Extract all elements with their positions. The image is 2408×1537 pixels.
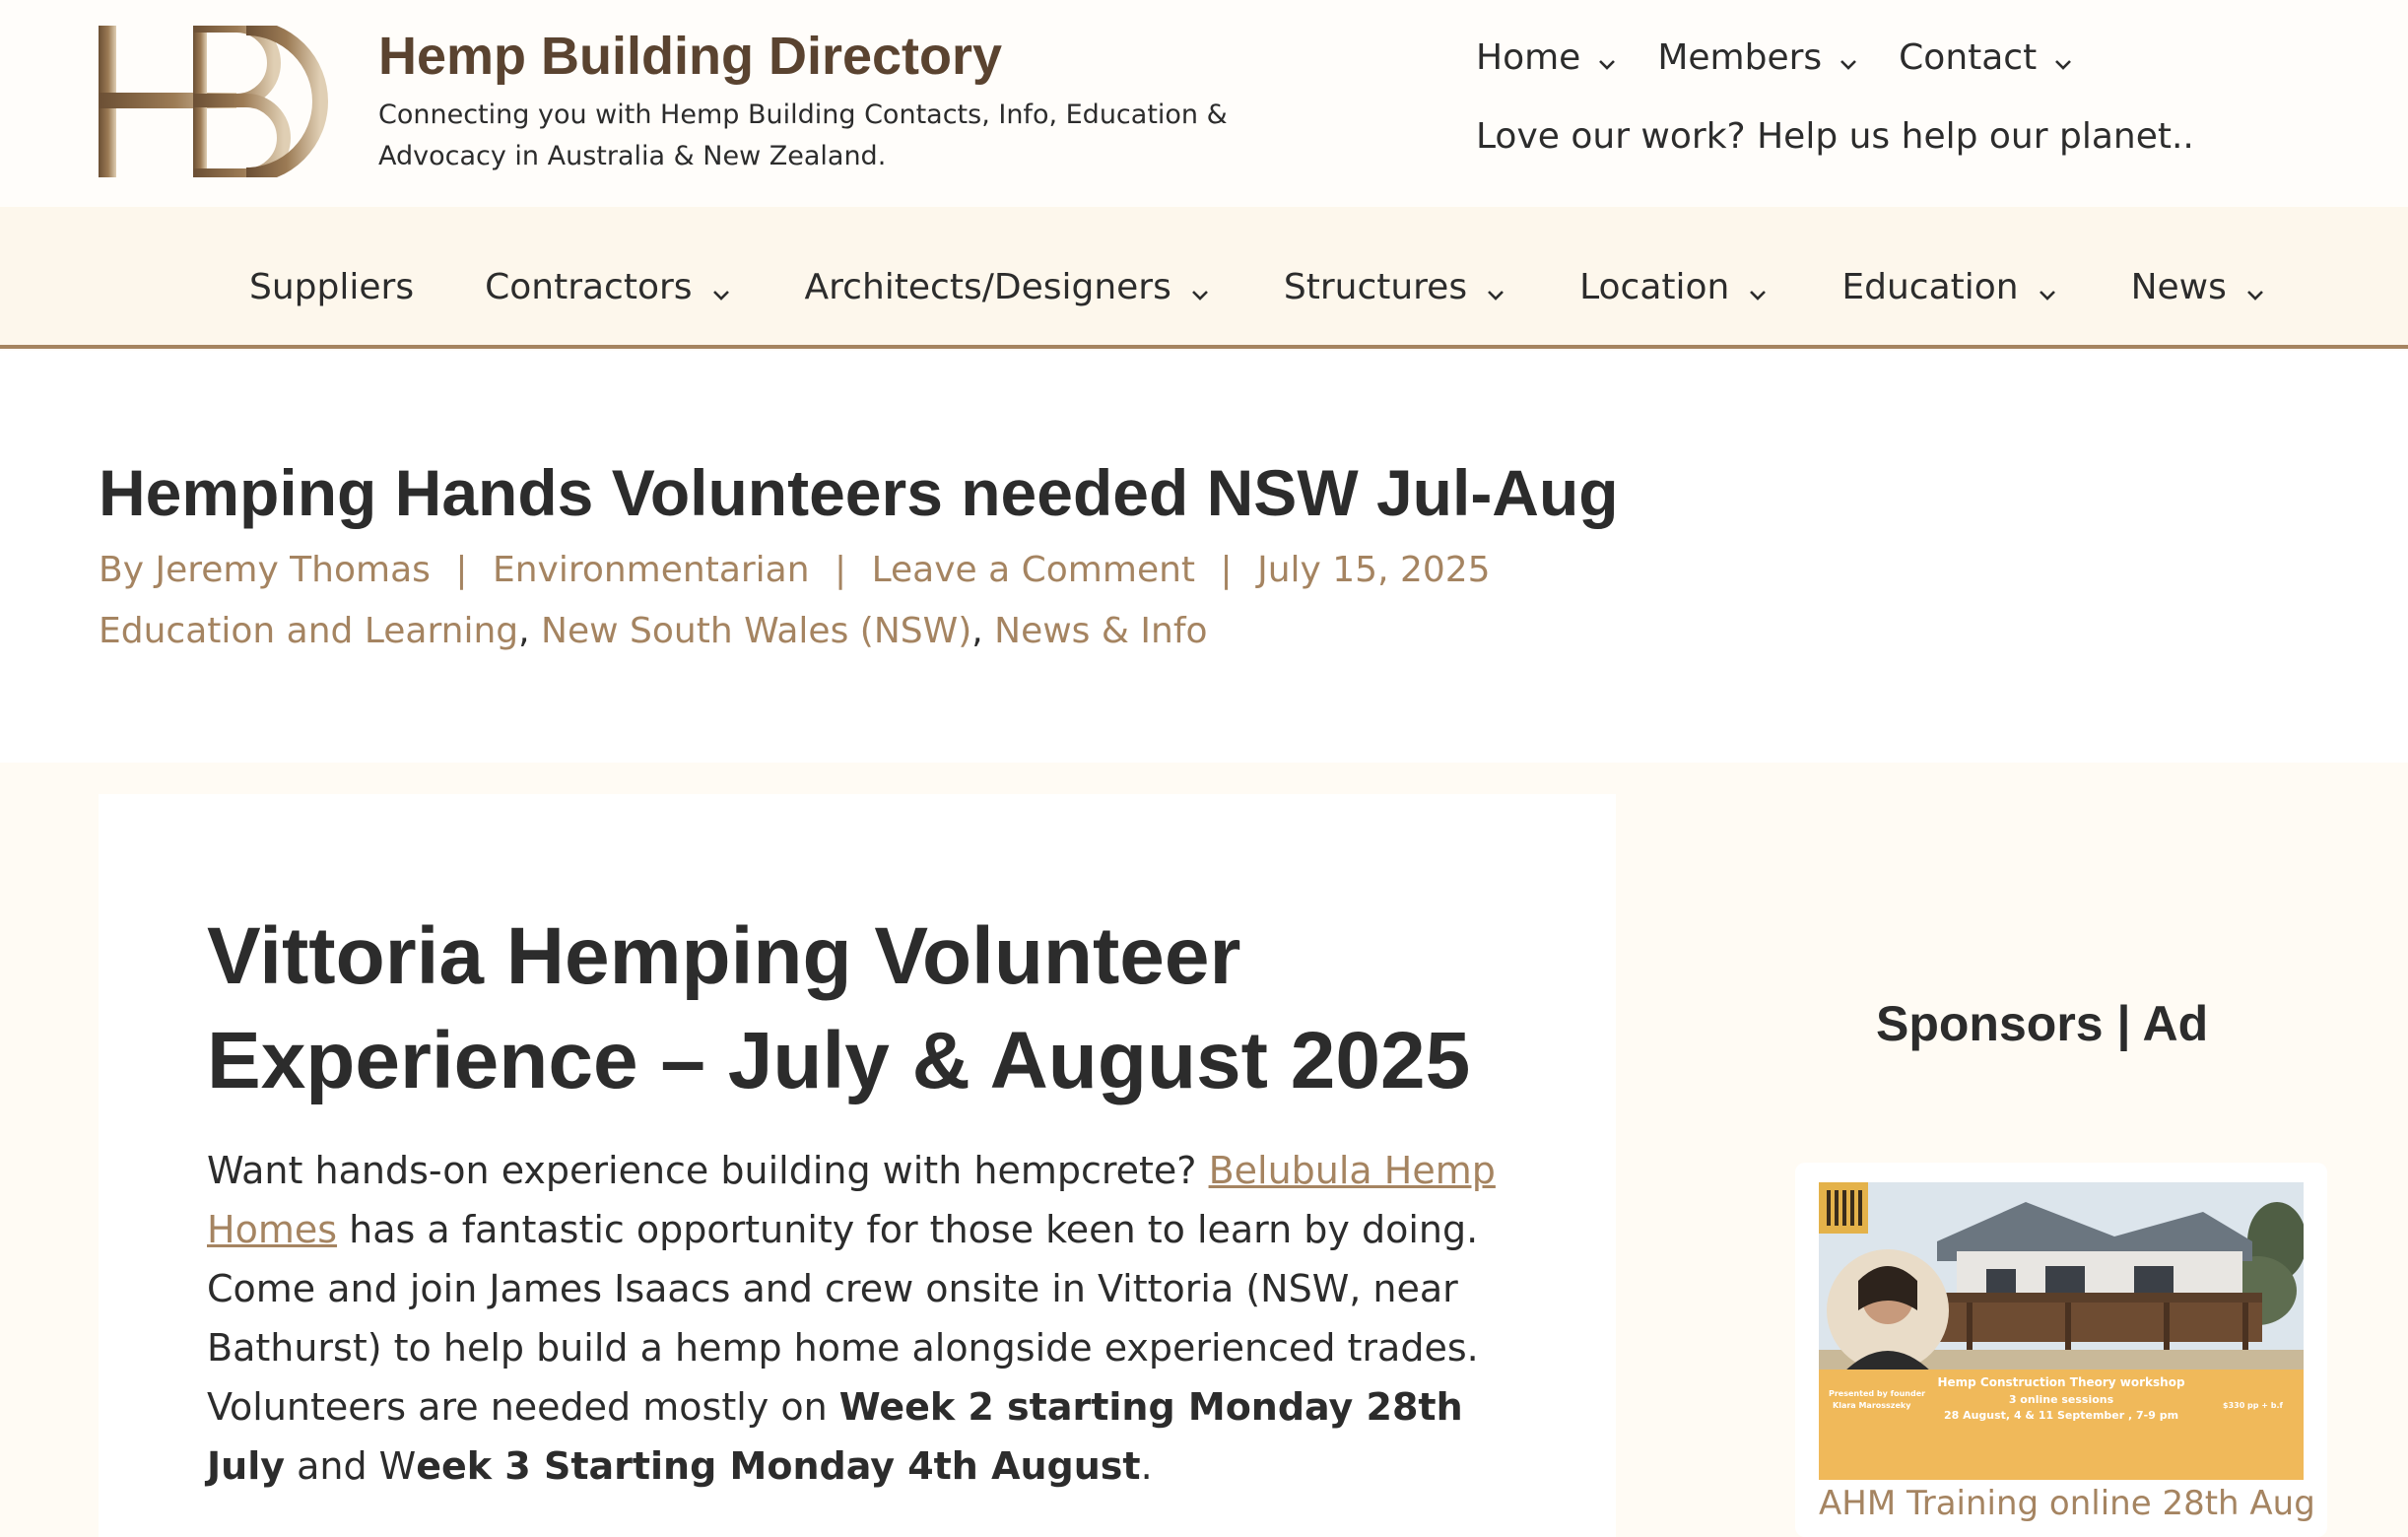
category-link[interactable]: News & Info [994, 611, 1207, 651]
chevron-down-icon [1745, 275, 1771, 301]
author-role-link[interactable]: Environmentarian [493, 550, 810, 590]
article-paragraph: Want hands-on experience building with h… [207, 1141, 1527, 1496]
post-header: Hemping Hands Volunteers needed NSW Jul-… [0, 351, 2408, 763]
top-nav-label: Members [1657, 37, 1823, 78]
chevron-down-icon [1483, 275, 1508, 301]
nav-label: Suppliers [249, 267, 415, 307]
nav-label: Structures [1283, 267, 1468, 307]
site-title[interactable]: Hemp Building Directory [378, 26, 1002, 87]
site-header: Hemp Building Directory Connecting you w… [0, 0, 2408, 207]
nav-label: Architects/Designers [804, 267, 1171, 307]
chevron-down-icon [708, 275, 734, 301]
support-link[interactable]: Love our work? Help us help our planet.. [1476, 116, 2194, 157]
category-separator: , [971, 611, 983, 651]
top-nav-contact[interactable]: Contact [1899, 37, 2076, 78]
nav-location[interactable]: Location [1579, 266, 1771, 309]
sponsor-ad-card[interactable]: Hemp Construction Theory workshop 3 onli… [1795, 1163, 2327, 1537]
main-nav-list: Suppliers Contractors Architects/Designe… [249, 266, 2268, 309]
site-tagline: Connecting you with Hemp Building Contac… [378, 100, 1228, 171]
sponsors-heading: Sponsors | Ad [1876, 996, 2209, 1051]
nav-label: Contractors [485, 267, 693, 307]
category-link[interactable]: New South Wales (NSW) [541, 611, 971, 651]
nav-education[interactable]: Education [1841, 266, 2059, 309]
top-nav-label: Home [1476, 37, 1581, 78]
post-categories: Education and Learning, New South Wales … [99, 611, 1208, 651]
chevron-down-icon [1836, 45, 1861, 71]
top-nav-members[interactable]: Members [1657, 37, 1861, 78]
chevron-down-icon [2035, 275, 2060, 301]
meta-separator: | [1220, 550, 1233, 590]
nav-news[interactable]: News [2131, 266, 2268, 309]
top-nav: Home Members Contact [1476, 37, 2076, 78]
ad-presenter: Klara Marosszeky [1833, 1401, 1911, 1410]
meta-separator: | [835, 550, 847, 590]
text: and W [285, 1444, 417, 1488]
bold-text: eek 3 Starting Monday 4th August [416, 1444, 1141, 1488]
post-title: Hemping Hands Volunteers needed NSW Jul-… [99, 456, 1619, 529]
article-card: Vittoria Hemping Volunteer Experience – … [99, 794, 1616, 1537]
category-separator: , [518, 611, 530, 651]
chevron-down-icon [2050, 45, 2076, 71]
main-nav: Suppliers Contractors Architects/Designe… [0, 207, 2408, 349]
chevron-down-icon [1594, 45, 1620, 71]
top-nav-home[interactable]: Home [1476, 37, 1620, 78]
nav-label: Location [1579, 267, 1730, 307]
nav-structures[interactable]: Structures [1284, 266, 1508, 309]
meta-separator: | [455, 550, 468, 590]
nav-contractors[interactable]: Contractors [485, 266, 733, 309]
post-meta: By Jeremy Thomas | Environmentarian | Le… [99, 550, 1491, 590]
text: Want hands-on experience building with h… [207, 1149, 1209, 1192]
nav-label: Education [1841, 267, 2019, 307]
ad-presented: Presented by founder [1829, 1389, 1926, 1398]
comment-link[interactable]: Leave a Comment [872, 550, 1195, 590]
ad-banner-text: Hemp Construction Theory workshop [1937, 1375, 2185, 1389]
top-nav-label: Contact [1899, 37, 2038, 78]
article-heading: Vittoria Hemping Volunteer Experience – … [207, 911, 1471, 1105]
nav-label: News [2130, 267, 2227, 307]
nav-suppliers[interactable]: Suppliers [249, 266, 414, 309]
ad-caption-link[interactable]: AHM Training online 28th Aug [1819, 1484, 2315, 1523]
text: . [1140, 1444, 1153, 1488]
category-link[interactable]: Education and Learning [99, 611, 518, 651]
site-logo[interactable] [99, 19, 345, 183]
chevron-down-icon [2242, 275, 2268, 301]
nav-architects-designers[interactable]: Architects/Designers [805, 266, 1213, 309]
author-link[interactable]: By Jeremy Thomas [99, 550, 431, 590]
ad-price: $330 pp + b.f [2223, 1401, 2284, 1410]
post-date[interactable]: July 15, 2025 [1257, 550, 1491, 590]
ad-image[interactable]: Hemp Construction Theory workshop 3 onli… [1819, 1182, 2304, 1480]
ad-banner-dates: 28 August, 4 & 11 September , 7-9 pm [1943, 1409, 2179, 1422]
chevron-down-icon [1187, 275, 1213, 301]
